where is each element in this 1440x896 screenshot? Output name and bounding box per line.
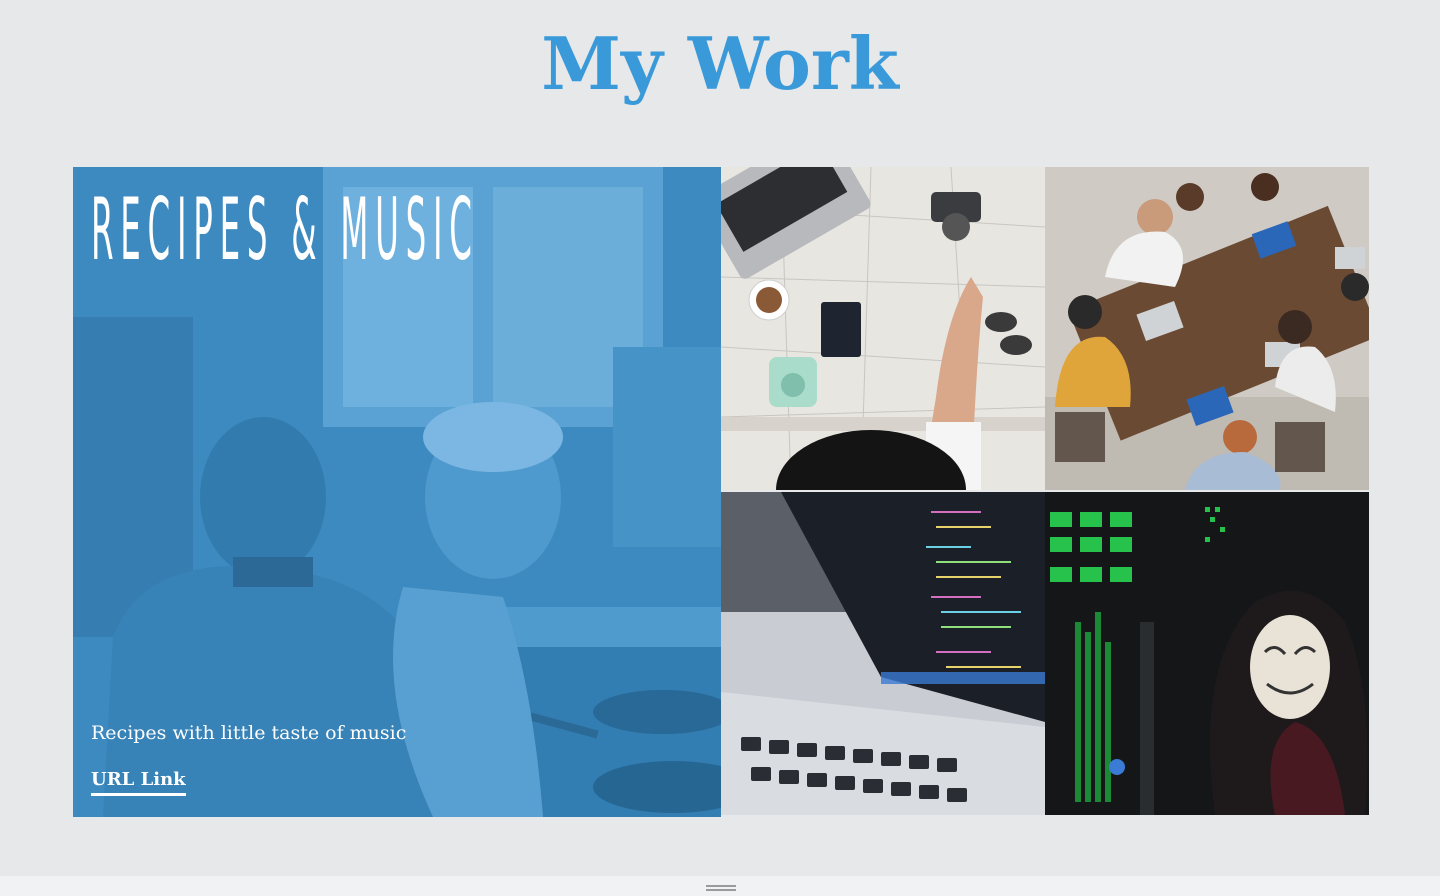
portfolio-page: My Work RECIPES & MUSIC Recipes with lit… — [0, 0, 1440, 896]
project-tile-travel[interactable] — [721, 167, 1045, 490]
project-tile-security[interactable] — [1045, 492, 1369, 815]
team-meeting-photo — [1045, 167, 1369, 490]
featured-project-heading: RECIPES & MUSIC — [91, 180, 479, 280]
laptop-code-photo — [721, 492, 1045, 815]
resize-handle[interactable] — [706, 885, 736, 891]
project-grid: RECIPES & MUSIC Recipes with little tast… — [73, 167, 1369, 817]
page-title: My Work — [541, 21, 899, 106]
featured-project-card[interactable]: RECIPES & MUSIC Recipes with little tast… — [73, 167, 721, 817]
travel-map-laptop-photo — [721, 167, 1045, 490]
hacker-mask-photo — [1045, 492, 1369, 815]
project-tile-team[interactable] — [1045, 167, 1369, 490]
featured-project-description: Recipes with little taste of music — [91, 722, 407, 744]
project-tile-code[interactable] — [721, 492, 1045, 815]
featured-project-url-link[interactable]: URL Link — [91, 769, 186, 796]
